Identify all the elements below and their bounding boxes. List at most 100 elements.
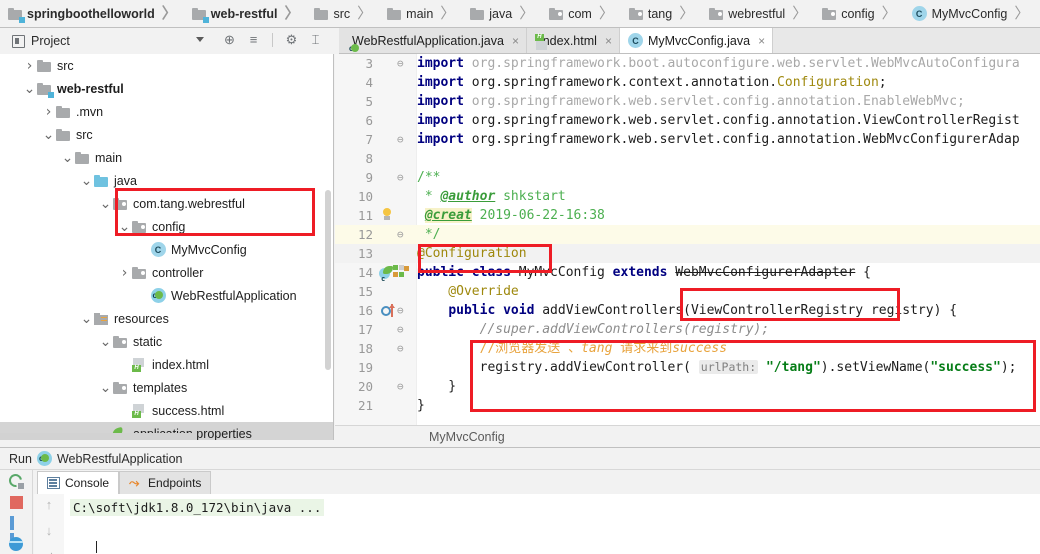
breadcrumb-item-com[interactable]: com 〉 <box>543 0 623 28</box>
tree-node-static[interactable]: ⌄ static <box>0 330 333 353</box>
code-fold-icon[interactable]: ⊖ <box>397 168 404 187</box>
chevron-down-icon[interactable]: ⌄ <box>118 220 131 234</box>
spring-config-gutter-icon[interactable] <box>393 265 409 281</box>
code-fold-icon[interactable]: ⊖ <box>397 130 404 149</box>
collapse-all-icon[interactable]: ≡ <box>246 32 261 47</box>
chevron-down-icon[interactable]: ⌄ <box>99 197 112 211</box>
code-line-3[interactable]: 3 ⊖ import org.springframework.boot.autoco… <box>335 54 1040 73</box>
tree-horizontal-scrollbar[interactable] <box>0 433 196 440</box>
chevron-down-icon[interactable]: ⌄ <box>61 151 74 165</box>
code-line-7[interactable]: 7 ⊖ import org.springframework.web.servlet… <box>335 130 1040 149</box>
tree-node-config[interactable]: ⌄ config <box>0 215 333 238</box>
chevron-down-icon[interactable]: ⌄ <box>42 128 55 142</box>
code-fold-icon[interactable]: ⊖ <box>397 54 404 73</box>
breadcrumb-item-tang[interactable]: tang 〉 <box>623 0 703 28</box>
close-icon[interactable]: × <box>605 34 612 48</box>
code-line-10[interactable]: 10 * @author shkstart <box>335 187 1040 206</box>
code-line-15[interactable]: 15 @Override <box>335 282 1040 301</box>
tree-node-templates[interactable]: ⌄ templates <box>0 376 333 399</box>
settings-gear-icon[interactable]: ⚙ <box>284 32 299 47</box>
code-line-4[interactable]: 4 import org.springframework.context.anno… <box>335 73 1040 92</box>
soft-wrap-button[interactable]: ↵ <box>44 549 55 554</box>
code-fold-icon[interactable]: ⊖ <box>397 377 404 396</box>
tree-node-success-html[interactable]: Hsuccess.html <box>0 399 333 422</box>
chevron-down-icon[interactable]: ⌄ <box>23 82 36 96</box>
locate-icon[interactable]: ⊕ <box>222 32 237 47</box>
editor-tab-mymvcconfig-java[interactable]: C MyMvcConfig.java × <box>619 28 774 53</box>
run-tab-endpoints[interactable]: ⤳ Endpoints <box>119 471 212 494</box>
tree-node-mymvcconfig[interactable]: C MyMvcConfig <box>0 238 333 261</box>
tree-node-java[interactable]: ⌄ java <box>0 169 333 192</box>
tree-node-web-restful[interactable]: ⌄ web-restful <box>0 77 333 100</box>
code-fold-icon[interactable]: ⊖ <box>397 225 404 244</box>
intention-bulb-icon[interactable] <box>381 208 393 222</box>
code-line-9[interactable]: 9 ⊖ /** <box>335 168 1040 187</box>
code-fold-icon[interactable]: ⊖ <box>397 320 404 339</box>
chevron-right-icon[interactable]: › <box>118 265 131 281</box>
code-editor[interactable]: 3 ⊖ import org.springframework.boot.autoco… <box>335 54 1040 440</box>
scroll-up-button[interactable]: ↑ <box>46 497 53 512</box>
breadcrumb-item-main[interactable]: main 〉 <box>381 0 464 28</box>
editor-tab-webrestfulapplication-java[interactable]: c WebRestfulApplication.java × <box>339 28 527 53</box>
tree-node-src[interactable]: ⌄ src <box>0 123 333 146</box>
code-line-13[interactable]: 13 @Configuration <box>335 244 1040 263</box>
tree-node-index-html[interactable]: Hindex.html <box>0 353 333 376</box>
code-line-11[interactable]: 11 @creat 2019-06-22-16:38 <box>335 206 1040 225</box>
pause-icon[interactable] <box>10 516 22 547</box>
code-content[interactable]: 3 ⊖ import org.springframework.boot.autoco… <box>335 54 1040 440</box>
code-line-5[interactable]: 5 import org.springframework.web.servlet.… <box>335 92 1040 111</box>
tree-node-main[interactable]: ⌄ main <box>0 146 333 169</box>
chevron-right-icon[interactable]: › <box>42 104 55 120</box>
code-line-17[interactable]: 17 ⊖ //super.addViewControllers(registry)… <box>335 320 1040 339</box>
module-folder-icon <box>191 7 209 23</box>
run-tab-console[interactable]: Console <box>37 471 120 494</box>
tree-node-controller[interactable]: › controller <box>0 261 333 284</box>
globe-icon[interactable] <box>9 537 23 551</box>
code-line-6[interactable]: 6 import org.springframework.web.servlet.… <box>335 111 1040 130</box>
tree-node-resources[interactable]: ⌄ resources <box>0 307 333 330</box>
code-line-18[interactable]: 18 ⊖ //浏览器发送 、tang 请求来到success <box>335 339 1040 358</box>
code-line-8[interactable]: 8 <box>335 149 1040 168</box>
code-line-21[interactable]: 21} <box>335 396 1040 415</box>
breadcrumb-item-java[interactable]: java 〉 <box>464 0 543 28</box>
tree-node-src[interactable]: › src <box>0 54 333 77</box>
breadcrumb-item-mymvcconfig[interactable]: C MyMvcConfig 〉 <box>906 0 1039 28</box>
breadcrumb-item-config[interactable]: config 〉 <box>816 0 905 28</box>
project-tree[interactable]: › src ⌄ web-restful › .mvn ⌄ src ⌄ main ⌄ java ⌄ com.… <box>0 54 334 440</box>
code-fold-icon[interactable]: ⊖ <box>397 339 404 358</box>
line-number: 12 <box>357 227 373 242</box>
close-icon[interactable]: × <box>758 34 765 48</box>
folder-icon-gray <box>55 105 71 118</box>
project-panel-button[interactable]: Project <box>8 31 74 51</box>
chevron-down-icon[interactable]: ⌄ <box>99 335 112 349</box>
tree-node-com-tang-webrestful[interactable]: ⌄ com.tang.webrestful <box>0 192 333 215</box>
override-method-gutter-icon[interactable] <box>381 304 396 318</box>
breadcrumb-item-springboothelloworld[interactable]: springboothelloworld 〉 <box>2 0 186 28</box>
console-panel[interactable]: ↑ ↓ ↵ C:\soft\jdk1.8.0_172\bin\java ... <box>34 494 1040 554</box>
breadcrumb-item-web-restful[interactable]: web-restful 〉 <box>186 0 309 28</box>
breadcrumb-item-src[interactable]: src 〉 <box>308 0 381 28</box>
chevron-right-icon[interactable]: › <box>23 58 36 74</box>
chevron-down-icon[interactable] <box>196 37 204 42</box>
chevron-down-icon[interactable]: ⌄ <box>99 381 112 395</box>
rerun-icon[interactable] <box>5 471 25 490</box>
close-icon[interactable]: × <box>512 34 519 48</box>
spring-bean-gutter-icon[interactable]: c <box>379 266 393 283</box>
code-fold-icon[interactable]: ⊖ <box>397 301 404 320</box>
code-line-19[interactable]: 19 registry.addViewController( urlPath: … <box>335 358 1040 377</box>
code-line-14[interactable]: 14 c public class MyMvcConfig extends WebM… <box>335 263 1040 283</box>
run-tab-label: Endpoints <box>148 476 202 490</box>
stop-icon[interactable] <box>9 496 23 509</box>
breadcrumb-item-webrestful[interactable]: webrestful 〉 <box>703 0 816 28</box>
editor-tab-index-html[interactable]: Hindex.html × <box>526 28 620 53</box>
code-line-16[interactable]: 16 ⊖ public void addViewControllers(ViewC… <box>335 301 1040 320</box>
tree-node-webrestfulapplication[interactable]: c WebRestfulApplication <box>0 284 333 307</box>
chevron-down-icon[interactable]: ⌄ <box>80 174 93 188</box>
code-line-20[interactable]: 20 ⊖ } <box>335 377 1040 396</box>
chevron-down-icon[interactable]: ⌄ <box>80 312 93 326</box>
scroll-down-button[interactable]: ↓ <box>46 523 53 538</box>
tree-node--mvn[interactable]: › .mvn <box>0 100 333 123</box>
tree-vertical-scrollbar[interactable] <box>325 190 331 370</box>
hide-panel-icon[interactable]: ⌶ <box>308 32 323 47</box>
code-line-12[interactable]: 12 ⊖ */ <box>335 225 1040 244</box>
